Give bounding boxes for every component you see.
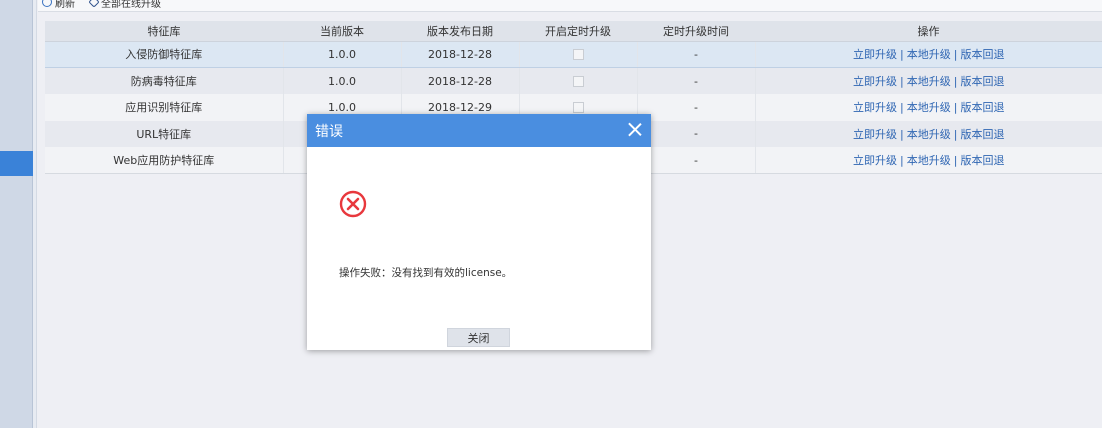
action-separator: |	[900, 101, 904, 115]
action-separator: |	[953, 154, 958, 167]
scheduled-time: -	[637, 41, 756, 68]
online-upgrade-link[interactable]: 立即升级	[853, 101, 897, 114]
column-header-scheduled-enable[interactable]: 开启定时升级	[519, 21, 637, 42]
library-name: 应用识别特征库	[45, 94, 284, 121]
scheduled-time: -	[637, 147, 756, 174]
action-separator: |	[953, 101, 958, 115]
error-dialog: 错误 操作失败：没有找到有效的license。 关闭	[307, 114, 651, 350]
local-upgrade-link[interactable]: 本地升级	[907, 75, 951, 88]
action-separator: |	[953, 75, 958, 88]
rollback-link[interactable]: 版本回退	[960, 154, 1004, 167]
local-upgrade-link[interactable]: 本地升级	[907, 101, 951, 114]
close-icon[interactable]	[628, 122, 642, 136]
refresh-icon	[42, 0, 52, 7]
online-upgrade-link[interactable]: 立即升级	[853, 48, 897, 61]
table-row[interactable]: 防病毒特征库 1.0.0 2018-12-28 - 立即升级 | 本地升级 | 版本回退	[45, 67, 1102, 94]
column-header-version[interactable]: 当前版本	[283, 21, 401, 42]
local-upgrade-link[interactable]: 本地升级	[907, 154, 951, 167]
refresh-label: 刷新	[55, 0, 75, 10]
action-separator: |	[953, 48, 958, 62]
library-name: 入侵防御特征库	[45, 41, 284, 68]
refresh-button[interactable]: 刷新	[42, 0, 75, 10]
library-version: 1.0.0	[283, 41, 402, 68]
column-header-scheduled-time[interactable]: 定时升级时间	[637, 21, 755, 42]
action-separator: |	[900, 127, 904, 141]
row-actions: 立即升级 | 本地升级 | 版本回退	[755, 147, 1102, 174]
toolbar: 刷新 全部在线升级	[38, 0, 1102, 12]
scheduled-upgrade-cell	[519, 41, 638, 68]
column-header-operations: 操作	[755, 21, 1102, 42]
left-nav-rail	[0, 0, 33, 428]
upgrade-icon	[88, 0, 100, 8]
library-release-date: 2018-12-28	[401, 41, 520, 68]
row-actions: 立即升级 | 本地升级 | 版本回退	[755, 67, 1102, 94]
rollback-link[interactable]: 版本回退	[960, 75, 1004, 88]
online-upgrade-link[interactable]: 立即升级	[853, 154, 897, 167]
nav-active-marker[interactable]	[0, 151, 33, 176]
library-version: 1.0.0	[283, 67, 402, 94]
dialog-title: 错误	[315, 123, 343, 140]
action-separator: |	[900, 75, 904, 88]
scheduled-upgrade-checkbox[interactable]	[572, 49, 584, 61]
upgrade-all-button[interactable]: 全部在线升级	[88, 0, 161, 10]
scheduled-time: -	[637, 120, 756, 147]
online-upgrade-link[interactable]: 立即升级	[853, 128, 897, 141]
close-button[interactable]: 关闭	[447, 328, 510, 347]
error-circle-icon	[339, 190, 367, 218]
scheduled-time: -	[637, 94, 756, 121]
scheduled-upgrade-checkbox[interactable]	[572, 76, 584, 87]
rollback-link[interactable]: 版本回退	[960, 128, 1004, 141]
table-row[interactable]: 入侵防御特征库 1.0.0 2018-12-28 - 立即升级 | 本地升级 | 版本回…	[45, 41, 1102, 68]
action-separator: |	[953, 127, 958, 141]
scheduled-upgrade-cell	[519, 67, 638, 94]
library-name: URL特征库	[45, 120, 284, 147]
column-header-library[interactable]: 特征库	[45, 21, 283, 42]
local-upgrade-link[interactable]: 本地升级	[907, 48, 951, 61]
scheduled-time: -	[637, 67, 756, 94]
action-separator: |	[900, 154, 904, 167]
rollback-link[interactable]: 版本回退	[960, 101, 1004, 114]
rollback-link[interactable]: 版本回退	[960, 48, 1004, 61]
library-release-date: 2018-12-28	[401, 67, 520, 94]
upgrade-all-label: 全部在线升级	[101, 0, 161, 10]
online-upgrade-link[interactable]: 立即升级	[853, 75, 897, 88]
dialog-header[interactable]: 错误	[307, 114, 651, 147]
action-separator: |	[900, 48, 904, 62]
library-name: 防病毒特征库	[45, 67, 284, 94]
row-actions: 立即升级 | 本地升级 | 版本回退	[755, 94, 1102, 121]
local-upgrade-link[interactable]: 本地升级	[907, 128, 951, 141]
column-header-release-date[interactable]: 版本发布日期	[401, 21, 519, 42]
table-header-row: 特征库 当前版本 版本发布日期 开启定时升级 定时升级时间 操作	[45, 21, 1102, 42]
row-actions: 立即升级 | 本地升级 | 版本回退	[755, 41, 1102, 68]
library-name: Web应用防护特征库	[45, 147, 284, 174]
scheduled-upgrade-checkbox[interactable]	[572, 102, 584, 114]
error-message: 操作失败：没有找到有效的license。	[339, 267, 513, 279]
row-actions: 立即升级 | 本地升级 | 版本回退	[755, 120, 1102, 147]
nav-splitter[interactable]	[33, 0, 37, 428]
